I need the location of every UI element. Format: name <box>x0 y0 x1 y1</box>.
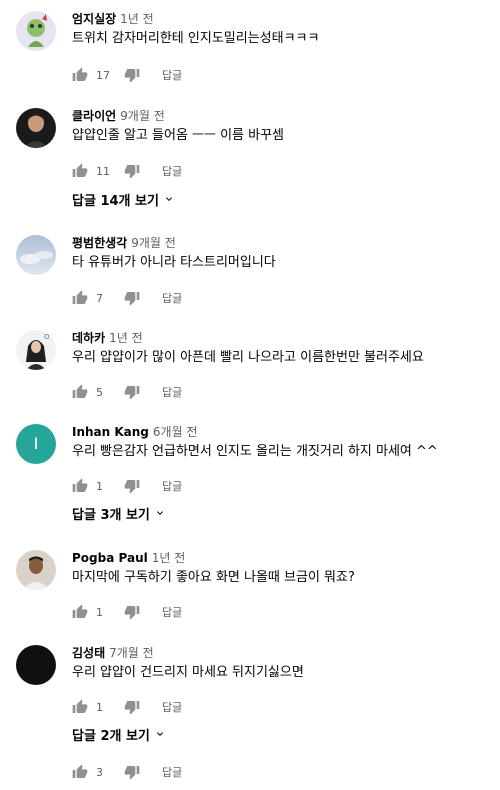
thumbs-up-icon[interactable] <box>72 699 88 715</box>
avatar[interactable] <box>16 11 56 51</box>
comment-actions: 7 답글 <box>72 288 182 308</box>
comment-author[interactable]: 클라이언 <box>72 109 116 123</box>
avatar[interactable]: I <box>16 424 56 464</box>
thumbs-down-icon[interactable] <box>124 290 140 306</box>
comment-author[interactable]: 평범한생각 <box>72 236 127 250</box>
like-count: 1 <box>96 479 103 493</box>
thumbs-up-icon[interactable] <box>72 764 88 780</box>
like-count: 3 <box>96 765 103 779</box>
view-replies-button[interactable]: 답글 2개 보기 <box>72 724 166 744</box>
comment-time[interactable]: 9개월 전 <box>120 109 165 123</box>
comment-time[interactable]: 9개월 전 <box>131 236 176 250</box>
svg-text:O: O <box>44 333 50 341</box>
comment-author[interactable]: 김성태 <box>72 646 105 660</box>
reply-button[interactable]: 답글 <box>162 764 182 780</box>
like-count: 17 <box>96 68 110 82</box>
thumbs-down-icon[interactable] <box>124 67 140 83</box>
thumbs-down-icon[interactable] <box>124 384 140 400</box>
comment-actions: 3 답글 <box>72 762 182 782</box>
avatar[interactable] <box>16 645 56 685</box>
comment-text: 얍얍인줄 알고 들어옴 ㅡㅡ 이름 바꾸셈 <box>72 128 285 143</box>
avatar[interactable] <box>16 550 56 590</box>
like-count: 7 <box>96 291 103 305</box>
avatar-letter: I <box>33 434 39 453</box>
comment-author[interactable]: 엄지실장 <box>72 12 116 26</box>
comment-actions: 5 답글 <box>72 382 182 402</box>
comment-text: 우리 빵은감자 언급하면서 인지도 올리는 개짓거리 하지 마세여 ^^ <box>72 444 438 459</box>
thumbs-up-icon[interactable] <box>72 478 88 494</box>
comment-text: 타 유튜버가 아니라 타스트리머입니다 <box>72 255 276 270</box>
avatar[interactable]: O <box>16 330 56 370</box>
thumbs-down-icon[interactable] <box>124 699 140 715</box>
reply-button[interactable]: 답글 <box>162 67 182 83</box>
comment-actions: 11 답글 <box>72 161 182 181</box>
view-replies-label: 답글 2개 보기 <box>72 728 150 744</box>
comment-time[interactable]: 6개월 전 <box>153 425 198 439</box>
reply-button[interactable]: 답글 <box>162 699 182 715</box>
view-replies-label: 답글 14개 보기 <box>72 193 159 209</box>
comment-text: 트위치 감자머리한테 인지도밀리는성태ㅋㅋㅋ <box>72 31 320 46</box>
like-count: 11 <box>96 164 110 178</box>
comment-actions: 1 답글 <box>72 697 182 717</box>
thumbs-up-icon[interactable] <box>72 290 88 306</box>
thumbs-up-icon[interactable] <box>72 604 88 620</box>
comment-author[interactable]: Pogba Paul <box>72 551 148 565</box>
view-replies-label: 답글 3개 보기 <box>72 507 150 523</box>
comment-actions: 1 답글 <box>72 602 182 622</box>
thumbs-up-icon[interactable] <box>72 67 88 83</box>
comment-time[interactable]: 1년 전 <box>109 331 143 345</box>
chevron-down-icon <box>154 728 166 740</box>
comment-text: 우리 얍얍이가 많이 아픈데 빨리 나으라고 이름한번만 불러주세요 <box>72 350 424 365</box>
thumbs-down-icon[interactable] <box>124 163 140 179</box>
like-count: 5 <box>96 385 103 399</box>
comment-text: 마지막에 구독하기 좋아요 화면 나올때 브금이 뭐죠? <box>72 570 355 585</box>
avatar[interactable] <box>16 108 56 148</box>
chevron-down-icon <box>154 507 166 519</box>
thumbs-down-icon[interactable] <box>124 764 140 780</box>
comment-actions: 17 답글 <box>72 65 182 85</box>
view-replies-button[interactable]: 답글 3개 보기 <box>72 503 166 523</box>
thumbs-up-icon[interactable] <box>72 163 88 179</box>
view-replies-button[interactable]: 답글 14개 보기 <box>72 189 175 209</box>
comment-text: 우리 얍얍이 건드리지 마세요 뒤지기싫으면 <box>72 665 304 680</box>
comment-author[interactable]: 데하카 <box>72 331 105 345</box>
comment-author[interactable]: Inhan Kang <box>72 425 149 439</box>
thumbs-down-icon[interactable] <box>124 478 140 494</box>
reply-button[interactable]: 답글 <box>162 163 182 179</box>
reply-button[interactable]: 답글 <box>162 384 182 400</box>
comment-time[interactable]: 1년 전 <box>120 12 154 26</box>
like-count: 1 <box>96 700 103 714</box>
reply-button[interactable]: 답글 <box>162 478 182 494</box>
thumbs-up-icon[interactable] <box>72 384 88 400</box>
thumbs-down-icon[interactable] <box>124 604 140 620</box>
comment-time[interactable]: 7개월 전 <box>109 646 154 660</box>
like-count: 1 <box>96 605 103 619</box>
reply-button[interactable]: 답글 <box>162 290 182 306</box>
chevron-down-icon <box>163 193 175 205</box>
comment-time[interactable]: 1년 전 <box>152 551 186 565</box>
comment-actions: 1 답글 <box>72 476 182 496</box>
avatar[interactable] <box>16 235 56 275</box>
reply-button[interactable]: 답글 <box>162 604 182 620</box>
